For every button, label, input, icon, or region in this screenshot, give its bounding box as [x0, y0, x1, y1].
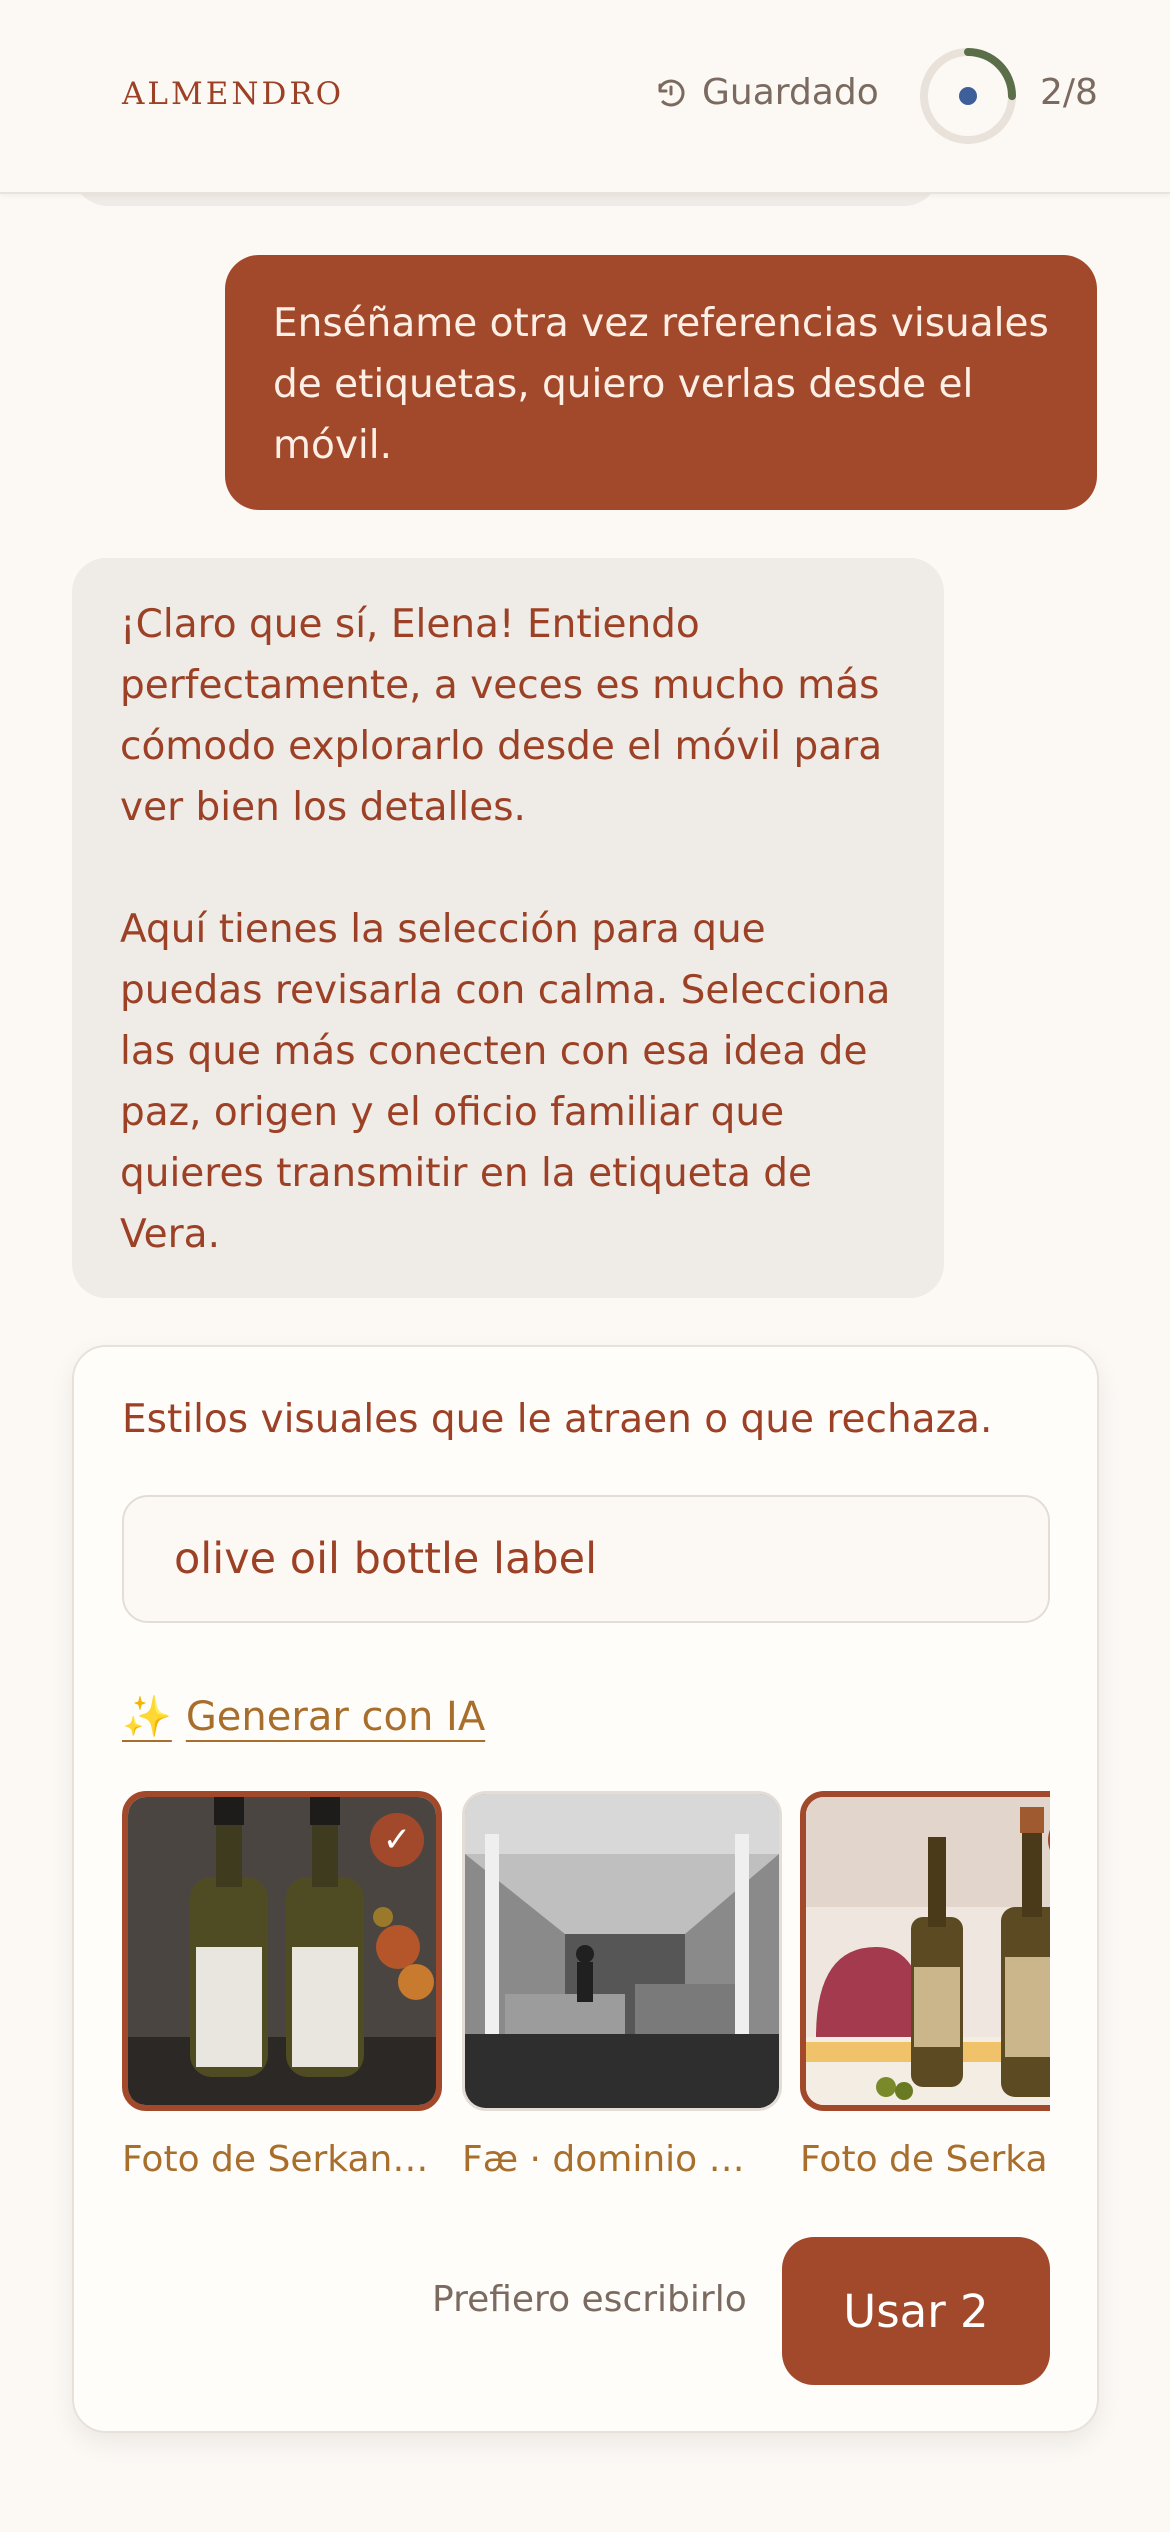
factory-archive-photo — [465, 1794, 779, 2108]
image-carousel[interactable]: ✓ Foto de Serkan Göktay · Pexels Fæ · do… — [122, 1791, 1050, 2191]
brand-logo: ALMENDRO — [122, 76, 345, 112]
selected-check-icon: ✓ — [370, 1813, 424, 1867]
image-option-1[interactable]: ✓ — [122, 1791, 442, 2111]
use-selected-button[interactable]: Usar 2 — [782, 2237, 1050, 2385]
image-option-3[interactable]: ✓ — [800, 1791, 1050, 2111]
sparkles-icon: ✨ — [122, 1694, 172, 1740]
top-bar: ALMENDRO Guardado 2/8 — [0, 0, 1170, 194]
progress-ring — [920, 48, 1016, 144]
assistant-paragraph: ¡Claro que sí, Elena! Entiendo perfectam… — [120, 602, 883, 830]
prefer-write-button[interactable]: Prefiero escribirlo — [432, 2279, 747, 2320]
olive-oil-table-photo — [806, 1797, 1050, 2105]
image-option-2[interactable] — [462, 1791, 782, 2111]
saved-status: Guardado — [654, 72, 879, 113]
search-input[interactable]: olive oil bottle label — [122, 1495, 1050, 1623]
step-counter: 2/8 — [1040, 72, 1098, 113]
image-caption-2[interactable]: Fæ · dominio público — [462, 2139, 758, 2180]
image-caption-3[interactable]: Foto de Serkan Göktay · Pexels — [800, 2139, 1050, 2180]
card-title: Estilos visuales que le atraen o que rec… — [122, 1397, 993, 1442]
generate-ai-label: Generar con IA — [185, 1693, 486, 1740]
user-message: Enséñame otra vez referencias visuales d… — [225, 255, 1097, 510]
visual-styles-card: Estilos visuales que le atraen o que rec… — [72, 1345, 1099, 2433]
image-caption-1[interactable]: Foto de Serkan Göktay · Pexels — [122, 2139, 432, 2180]
history-icon — [657, 79, 685, 106]
progress-dot — [959, 87, 977, 105]
generate-ai-link[interactable]: ✨ Generar con IA — [122, 1693, 486, 1741]
saved-label: Guardado — [702, 72, 879, 113]
assistant-paragraph: Aquí tienes la selección para que puedas… — [120, 907, 891, 1257]
assistant-message: ¡Claro que sí, Elena! Entiendo perfectam… — [72, 558, 944, 1298]
